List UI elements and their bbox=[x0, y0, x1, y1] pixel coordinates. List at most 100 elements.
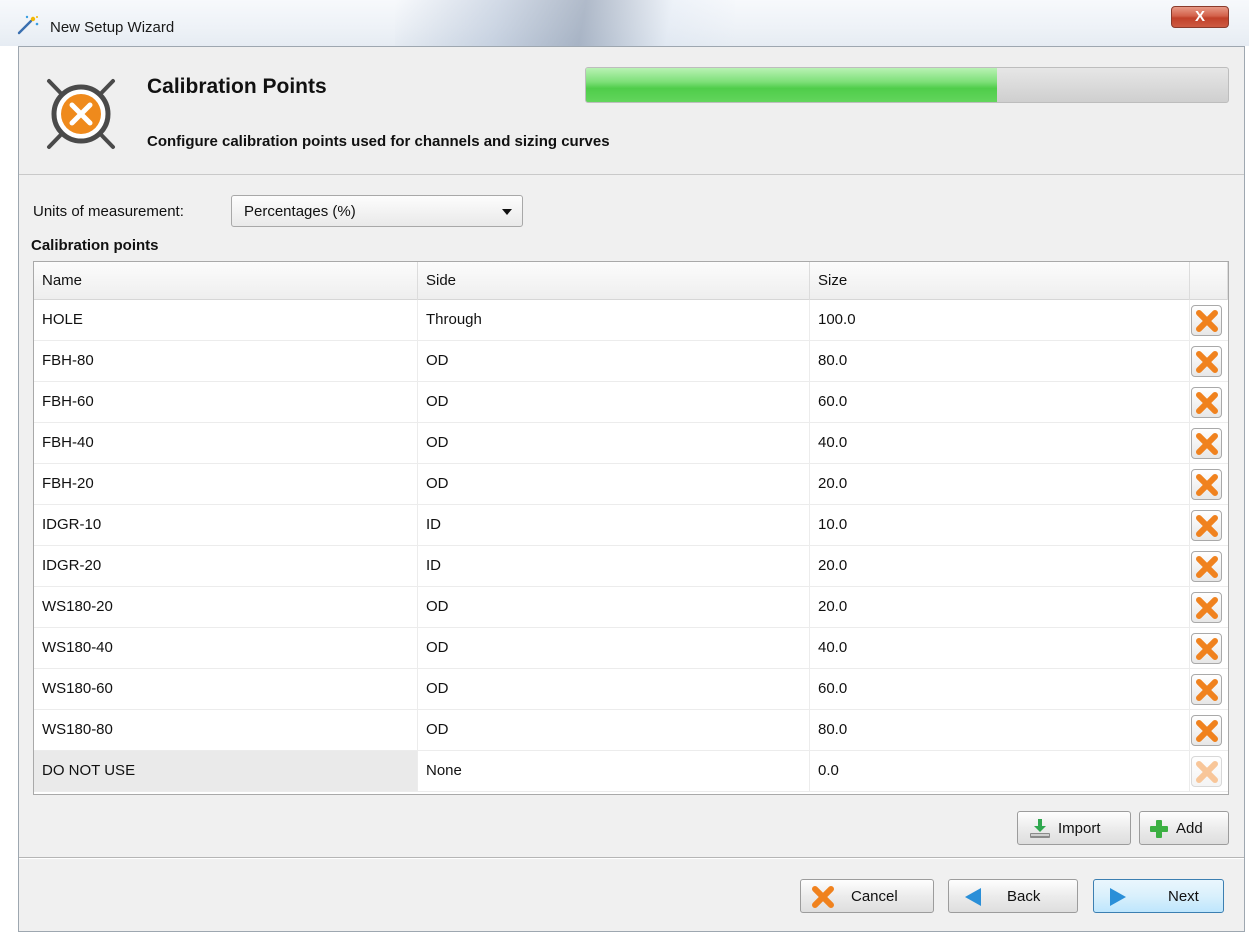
delete-row-button[interactable] bbox=[1191, 592, 1222, 623]
cell-name[interactable]: HOLE bbox=[34, 300, 418, 340]
cell-name[interactable]: WS180-20 bbox=[34, 587, 418, 627]
delete-row-button[interactable] bbox=[1191, 346, 1222, 377]
close-button[interactable]: X bbox=[1171, 6, 1229, 28]
table-row[interactable]: FBH-60 OD 60.0 bbox=[34, 382, 1228, 423]
table-header: Name Side Size bbox=[34, 262, 1228, 300]
cell-size[interactable]: 40.0 bbox=[810, 628, 1190, 668]
cell-name[interactable]: DO NOT USE bbox=[34, 751, 418, 791]
table-row[interactable]: HOLE Through 100.0 bbox=[34, 300, 1228, 341]
add-label: Add bbox=[1176, 820, 1203, 837]
cell-side[interactable]: OD bbox=[418, 628, 810, 668]
cell-size[interactable]: 20.0 bbox=[810, 464, 1190, 504]
cell-side[interactable]: ID bbox=[418, 505, 810, 545]
delete-row-button[interactable] bbox=[1191, 674, 1222, 705]
cell-name[interactable]: IDGR-20 bbox=[34, 546, 418, 586]
cell-name[interactable]: FBH-20 bbox=[34, 464, 418, 504]
table-row[interactable]: WS180-40 OD 40.0 bbox=[34, 628, 1228, 669]
column-header-name[interactable]: Name bbox=[34, 262, 418, 300]
delete-x-icon bbox=[1196, 638, 1218, 660]
column-header-size[interactable]: Size bbox=[810, 262, 1190, 300]
delete-row-button[interactable] bbox=[1191, 305, 1222, 336]
table-row[interactable]: FBH-20 OD 20.0 bbox=[34, 464, 1228, 505]
units-label: Units of measurement: bbox=[33, 203, 184, 220]
back-button[interactable]: Back bbox=[948, 879, 1078, 913]
cell-side[interactable]: OD bbox=[418, 341, 810, 381]
delete-row-button[interactable] bbox=[1191, 387, 1222, 418]
wizard-header: Calibration Points Configure calibration… bbox=[19, 47, 1244, 175]
column-header-side[interactable]: Side bbox=[418, 262, 810, 300]
table-row[interactable]: IDGR-10 ID 10.0 bbox=[34, 505, 1228, 546]
cell-side[interactable]: OD bbox=[418, 423, 810, 463]
table-row[interactable]: FBH-40 OD 40.0 bbox=[34, 423, 1228, 464]
import-label: Import bbox=[1058, 820, 1101, 837]
cell-side[interactable]: OD bbox=[418, 464, 810, 504]
delete-x-icon bbox=[1196, 720, 1218, 742]
add-button[interactable]: Add bbox=[1139, 811, 1229, 845]
units-dropdown[interactable]: Percentages (%) bbox=[231, 195, 523, 227]
cell-side[interactable]: ID bbox=[418, 546, 810, 586]
delete-x-icon bbox=[1196, 351, 1218, 373]
cell-size[interactable]: 80.0 bbox=[810, 341, 1190, 381]
table-row[interactable]: WS180-80 OD 80.0 bbox=[34, 710, 1228, 751]
delete-x-icon bbox=[1196, 515, 1218, 537]
window-title: New Setup Wizard bbox=[50, 19, 175, 36]
delete-x-icon bbox=[1196, 474, 1218, 496]
cell-side[interactable]: OD bbox=[418, 587, 810, 627]
cell-side[interactable]: Through bbox=[418, 300, 810, 340]
cell-side[interactable]: None bbox=[418, 751, 810, 791]
table-row[interactable]: WS180-60 OD 60.0 bbox=[34, 669, 1228, 710]
next-button[interactable]: Next bbox=[1093, 879, 1224, 913]
chevron-down-icon bbox=[502, 209, 512, 215]
table-row[interactable]: DO NOT USE None 0.0 bbox=[34, 751, 1228, 792]
delete-row-button[interactable] bbox=[1191, 633, 1222, 664]
delete-x-icon bbox=[1196, 392, 1218, 414]
delete-row-button[interactable] bbox=[1191, 428, 1222, 459]
cell-name[interactable]: WS180-80 bbox=[34, 710, 418, 750]
cell-name[interactable]: IDGR-10 bbox=[34, 505, 418, 545]
cell-size[interactable]: 80.0 bbox=[810, 710, 1190, 750]
page-title: Calibration Points bbox=[147, 75, 327, 98]
delete-x-icon bbox=[1196, 679, 1218, 701]
cell-name[interactable]: FBH-60 bbox=[34, 382, 418, 422]
cell-side[interactable]: OD bbox=[418, 710, 810, 750]
cell-name[interactable]: WS180-60 bbox=[34, 669, 418, 709]
cell-size[interactable]: 20.0 bbox=[810, 587, 1190, 627]
delete-row-button[interactable] bbox=[1191, 551, 1222, 582]
cell-name[interactable]: FBH-80 bbox=[34, 341, 418, 381]
table-row[interactable]: FBH-80 OD 80.0 bbox=[34, 341, 1228, 382]
column-header-delete bbox=[1190, 262, 1228, 300]
cell-name[interactable]: WS180-40 bbox=[34, 628, 418, 668]
calibration-target-icon bbox=[47, 79, 115, 149]
delete-row-button[interactable] bbox=[1191, 756, 1222, 787]
units-selected-value: Percentages (%) bbox=[244, 203, 356, 220]
cell-size[interactable]: 10.0 bbox=[810, 505, 1190, 545]
delete-row-button[interactable] bbox=[1191, 510, 1222, 541]
table-row[interactable]: WS180-20 OD 20.0 bbox=[34, 587, 1228, 628]
cell-side[interactable]: OD bbox=[418, 382, 810, 422]
back-arrow-icon bbox=[965, 888, 981, 906]
cell-size[interactable]: 60.0 bbox=[810, 669, 1190, 709]
cell-size[interactable]: 60.0 bbox=[810, 382, 1190, 422]
cell-size[interactable]: 40.0 bbox=[810, 423, 1190, 463]
close-icon: X bbox=[1194, 8, 1205, 25]
delete-x-icon bbox=[1196, 556, 1218, 578]
import-button[interactable]: Import bbox=[1017, 811, 1131, 845]
cell-size[interactable]: 20.0 bbox=[810, 546, 1190, 586]
cancel-label: Cancel bbox=[851, 888, 898, 905]
cell-size[interactable]: 100.0 bbox=[810, 300, 1190, 340]
cancel-button[interactable]: Cancel bbox=[800, 879, 934, 913]
window-titlebar: New Setup Wizard X bbox=[0, 0, 1249, 46]
cell-side[interactable]: OD bbox=[418, 669, 810, 709]
table-row[interactable]: IDGR-20 ID 20.0 bbox=[34, 546, 1228, 587]
cell-size[interactable]: 0.0 bbox=[810, 751, 1190, 791]
delete-x-icon bbox=[1196, 310, 1218, 332]
delete-x-icon bbox=[1196, 433, 1218, 455]
cancel-x-icon bbox=[812, 886, 834, 908]
wizard-wand-icon bbox=[17, 15, 39, 35]
footer-separator bbox=[19, 857, 1244, 859]
delete-row-button[interactable] bbox=[1191, 469, 1222, 500]
cell-name[interactable]: FBH-40 bbox=[34, 423, 418, 463]
delete-x-icon bbox=[1196, 597, 1218, 619]
delete-row-button[interactable] bbox=[1191, 715, 1222, 746]
wizard-progress-fill bbox=[586, 68, 997, 102]
